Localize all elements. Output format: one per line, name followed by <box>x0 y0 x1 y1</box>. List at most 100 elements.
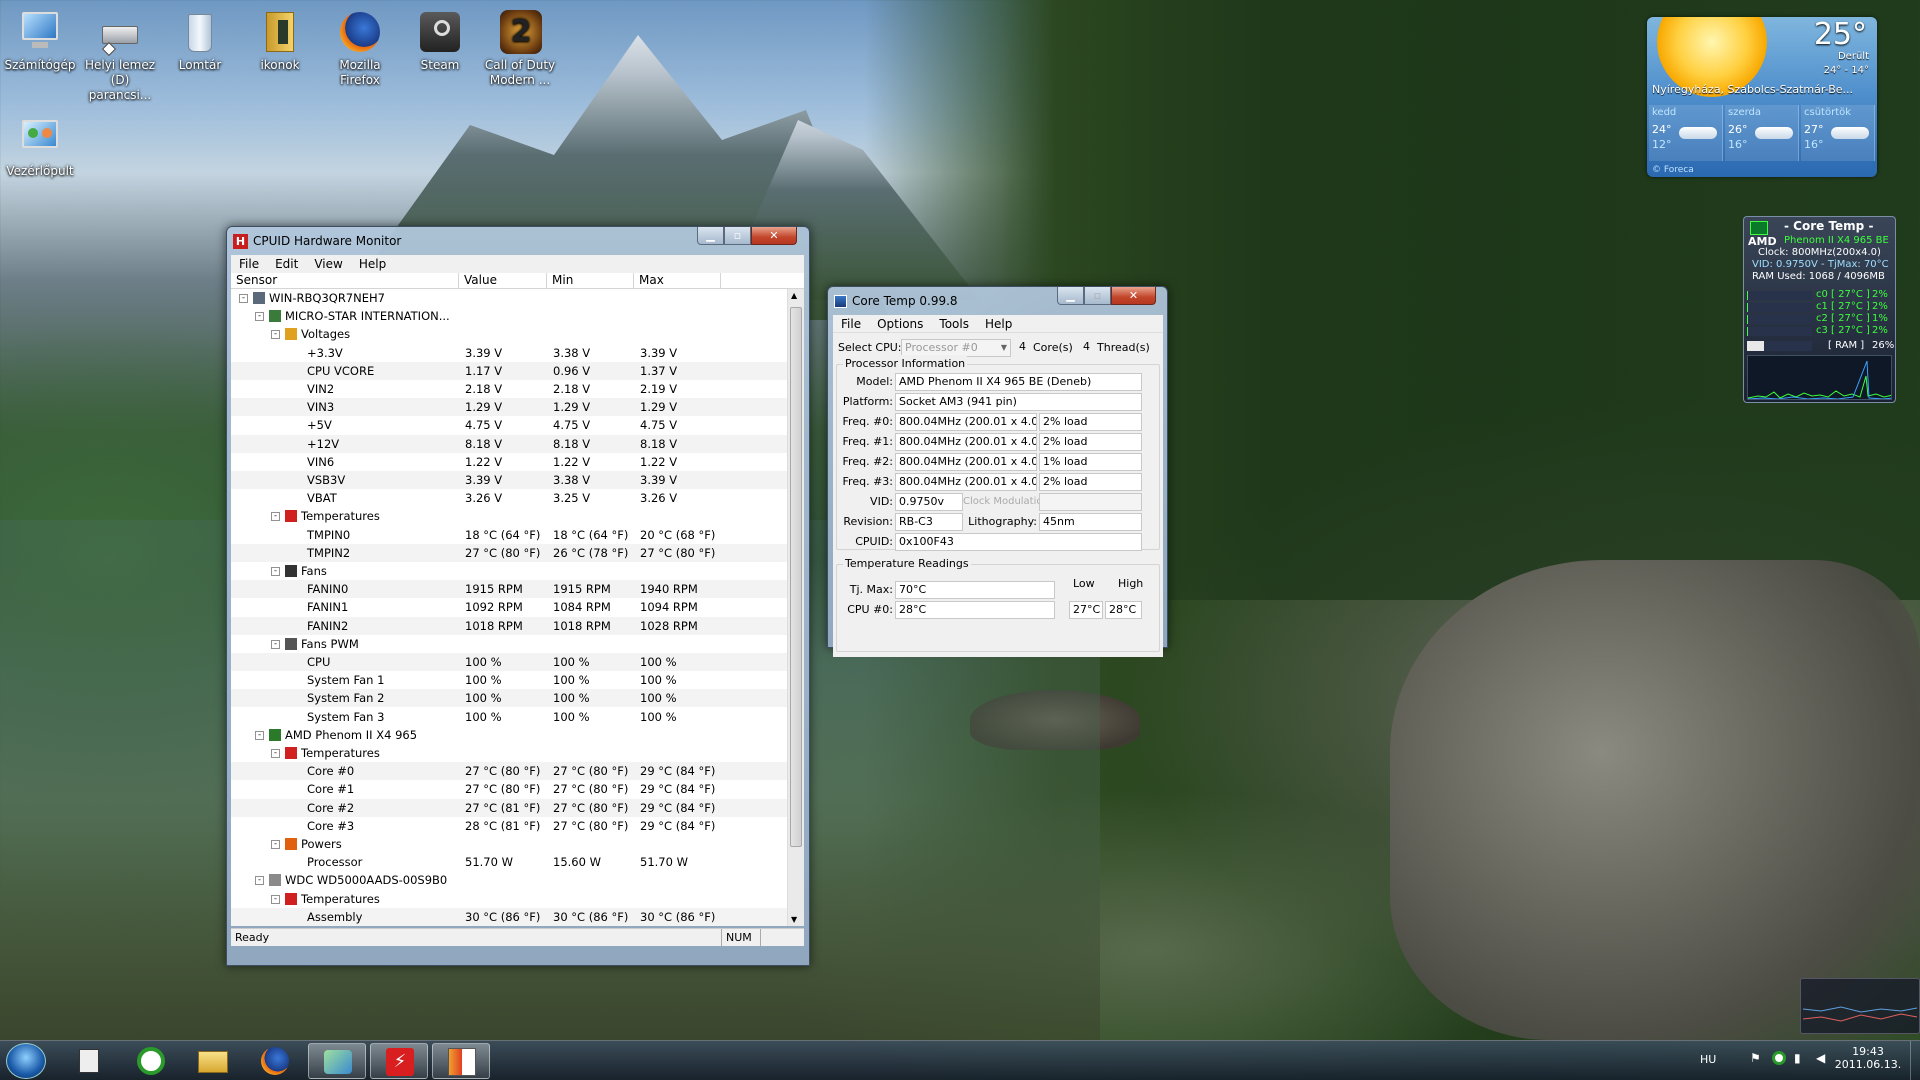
minimize-button[interactable]: ▁ <box>1057 287 1084 305</box>
close-button[interactable]: ✕ <box>1111 287 1156 305</box>
sensor-name: Voltages <box>301 327 351 342</box>
taskbar-app-taskmanager[interactable] <box>60 1043 118 1079</box>
sensor-row[interactable]: CPU 100 % 100 % 100 % <box>231 653 787 671</box>
collapse-toggle-icon[interactable]: - <box>271 330 280 340</box>
sensor-group-row[interactable]: - Fans <box>231 562 787 580</box>
collapse-toggle-icon[interactable]: - <box>271 567 280 576</box>
sensor-row[interactable]: Core #2 27 °C (81 °F) 27 °C (80 °F) 29 °C (… <box>231 798 787 817</box>
weather-gadget[interactable]: 25° Derült 24° - 14° Nyíregyháza, Szabol… <box>1647 17 1877 177</box>
start-button[interactable] <box>6 1043 46 1079</box>
collapse-toggle-icon[interactable]: - <box>255 876 264 886</box>
coretemp-gadget[interactable]: - Core Temp - AMD Phenom II X4 965 BE Cl… <box>1743 216 1896 403</box>
collapse-toggle-icon[interactable]: - <box>271 749 280 758</box>
desktop-icon-cod[interactable]: 2 Call of Duty Modern ... <box>480 8 560 88</box>
column-header-max[interactable]: Max <box>634 273 721 289</box>
sensor-group-row[interactable]: - Temperatures <box>231 890 787 908</box>
close-button[interactable]: ✕ <box>751 227 797 245</box>
sensor-row[interactable]: System Fan 2 100 % 100 % 100 % <box>231 689 787 708</box>
sensor-row[interactable]: Processor 51.70 W 15.60 W 51.70 W <box>231 853 787 871</box>
desktop-icon-computer[interactable]: Számítógép <box>0 8 80 73</box>
sensor-group-row[interactable]: - Temperatures <box>231 744 787 762</box>
sensor-group-row[interactable]: - WDC WD5000AADS-00S9B0 <box>231 871 787 889</box>
menu-file[interactable]: File <box>833 315 869 332</box>
sensor-row[interactable]: CPU VCORE 1.17 V 0.96 V 1.37 V <box>231 361 787 380</box>
sensor-row[interactable]: System Fan 3 100 % 100 % 100 % <box>231 708 787 726</box>
sensor-tree[interactable]: - WIN-RBQ3QR7NEH7- MICRO-STAR INTERNATION.… <box>231 289 787 926</box>
sensor-tree-scrollbar[interactable]: ▲ ▼ <box>787 289 804 926</box>
menu-file[interactable]: File <box>231 255 267 273</box>
column-header-sensor[interactable]: Sensor <box>231 273 459 289</box>
desktop-icon-control-panel[interactable]: Vezérlőpult <box>0 114 80 179</box>
sensor-row[interactable]: VSB3V 3.39 V 3.38 V 3.39 V <box>231 471 787 489</box>
scrollbar-thumb[interactable] <box>790 307 802 847</box>
sensor-group-row[interactable]: - Fans PWM <box>231 635 787 653</box>
sensor-row[interactable]: Core #3 28 °C (81 °F) 27 °C (80 °F) 29 °C (… <box>231 817 787 835</box>
sensor-row[interactable]: Core #1 27 °C (80 °F) 27 °C (80 °F) 29 °C (… <box>231 780 787 798</box>
maximize-button[interactable]: ▫ <box>724 227 751 245</box>
mini-monitor-widget[interactable] <box>1800 978 1920 1034</box>
menu-edit[interactable]: Edit <box>267 255 306 273</box>
desktop-icon-folder[interactable]: ikonok <box>240 8 320 73</box>
sensor-name: +12V <box>307 436 340 451</box>
minimize-button[interactable]: ▁ <box>697 227 724 245</box>
taskbar-app-network[interactable] <box>308 1043 366 1079</box>
sensor-row[interactable]: TMPIN0 18 °C (64 °F) 18 °C (64 °F) 20 °C (6… <box>231 526 787 544</box>
sensor-name: VBAT <box>307 491 337 506</box>
sensor-group-row[interactable]: - Temperatures <box>231 507 787 525</box>
sensor-group-row[interactable]: - MICRO-STAR INTERNATION... <box>231 307 787 325</box>
taskbar-app-coretemp[interactable] <box>432 1043 490 1079</box>
utorrent-tray-icon[interactable] <box>1772 1051 1786 1065</box>
sensor-row[interactable]: FANIN0 1915 RPM 1915 RPM 1940 RPM <box>231 580 787 599</box>
sensor-row[interactable]: VIN6 1.22 V 1.22 V 1.22 V <box>231 453 787 471</box>
sensor-group-row[interactable]: - AMD Phenom II X4 965 <box>231 726 787 744</box>
show-desktop-button[interactable] <box>1910 1041 1920 1080</box>
network-tray-icon[interactable]: ▮ <box>1794 1051 1808 1065</box>
collapse-toggle-icon[interactable]: - <box>271 639 280 649</box>
sensor-group-row[interactable]: - Powers <box>231 835 787 853</box>
sensor-row[interactable]: System Fan 1 100 % 100 % 100 % <box>231 671 787 689</box>
sensor-row[interactable]: TMPIN2 27 °C (80 °F) 26 °C (78 °F) 27 °C (8… <box>231 543 787 562</box>
column-header-min[interactable]: Min <box>547 273 634 289</box>
scroll-up-arrow-icon[interactable]: ▲ <box>791 291 797 300</box>
collapse-toggle-icon[interactable]: - <box>271 840 280 849</box>
sensor-row[interactable]: Core #0 27 °C (80 °F) 27 °C (80 °F) 29 °C (… <box>231 762 787 781</box>
menu-tools[interactable]: Tools <box>931 315 977 332</box>
sensor-row[interactable]: +5V 4.75 V 4.75 V 4.75 V <box>231 416 787 434</box>
temp-icon <box>285 892 297 905</box>
clock[interactable]: 19:43 2011.06.13. <box>1828 1045 1908 1071</box>
flag-icon[interactable]: ⚑ <box>1750 1051 1764 1065</box>
desktop-icon-firefox[interactable]: Mozilla Firefox <box>320 8 400 88</box>
sensor-group-row[interactable]: - WIN-RBQ3QR7NEH7 <box>231 289 787 307</box>
language-indicator[interactable]: HU <box>1700 1053 1716 1066</box>
sensor-row[interactable]: VBAT 3.26 V 3.25 V 3.26 V <box>231 489 787 507</box>
menu-help[interactable]: Help <box>351 255 394 273</box>
taskbar-app-firefox[interactable] <box>246 1043 304 1079</box>
sensor-row[interactable]: FANIN2 1018 RPM 1018 RPM 1028 RPM <box>231 616 787 635</box>
desktop-icon-drive[interactable]: Helyi lemez (D) parancsi... <box>80 8 160 103</box>
collapse-toggle-icon[interactable]: - <box>271 512 280 522</box>
menu-help[interactable]: Help <box>977 315 1020 332</box>
sensor-row[interactable]: +3.3V 3.39 V 3.38 V 3.39 V <box>231 344 787 362</box>
taskbar-app-utorrent[interactable] <box>122 1043 180 1079</box>
sensor-group-row[interactable]: - Voltages <box>231 325 787 343</box>
sensor-row[interactable]: +12V 8.18 V 8.18 V 8.18 V <box>231 434 787 453</box>
menu-options[interactable]: Options <box>869 315 931 332</box>
taskbar-app-explorer[interactable] <box>184 1043 242 1079</box>
collapse-toggle-icon[interactable]: - <box>255 312 264 322</box>
taskbar-app-hwmonitor[interactable]: ⚡ <box>370 1043 428 1079</box>
coretemp-window[interactable]: Core Temp 0.99.8 ▁ ▫ ✕ File Options Tool… <box>827 286 1168 657</box>
sensor-row[interactable]: VIN2 2.18 V 2.18 V 2.19 V <box>231 380 787 398</box>
sensor-row[interactable]: FANIN1 1092 RPM 1084 RPM 1094 RPM <box>231 598 787 616</box>
desktop-icon-steam[interactable]: Steam <box>400 8 480 73</box>
scroll-down-arrow-icon[interactable]: ▼ <box>791 915 797 924</box>
desktop-icon-recycle-bin[interactable]: Lomtár <box>160 8 240 73</box>
menu-view[interactable]: View <box>306 255 350 273</box>
collapse-toggle-icon[interactable]: - <box>239 294 248 303</box>
hwmonitor-window[interactable]: H CPUID Hardware Monitor ▁ ▫ ✕ File Edit… <box>226 226 810 966</box>
sensor-row[interactable]: VIN3 1.29 V 1.29 V 1.29 V <box>231 398 787 417</box>
sensor-row[interactable]: Assembly 30 °C (86 °F) 30 °C (86 °F) 30 °C … <box>231 907 787 926</box>
column-header-value[interactable]: Value <box>459 273 547 289</box>
collapse-toggle-icon[interactable]: - <box>271 894 280 904</box>
collapse-toggle-icon[interactable]: - <box>255 730 264 740</box>
maximize-button[interactable]: ▫ <box>1084 287 1111 305</box>
